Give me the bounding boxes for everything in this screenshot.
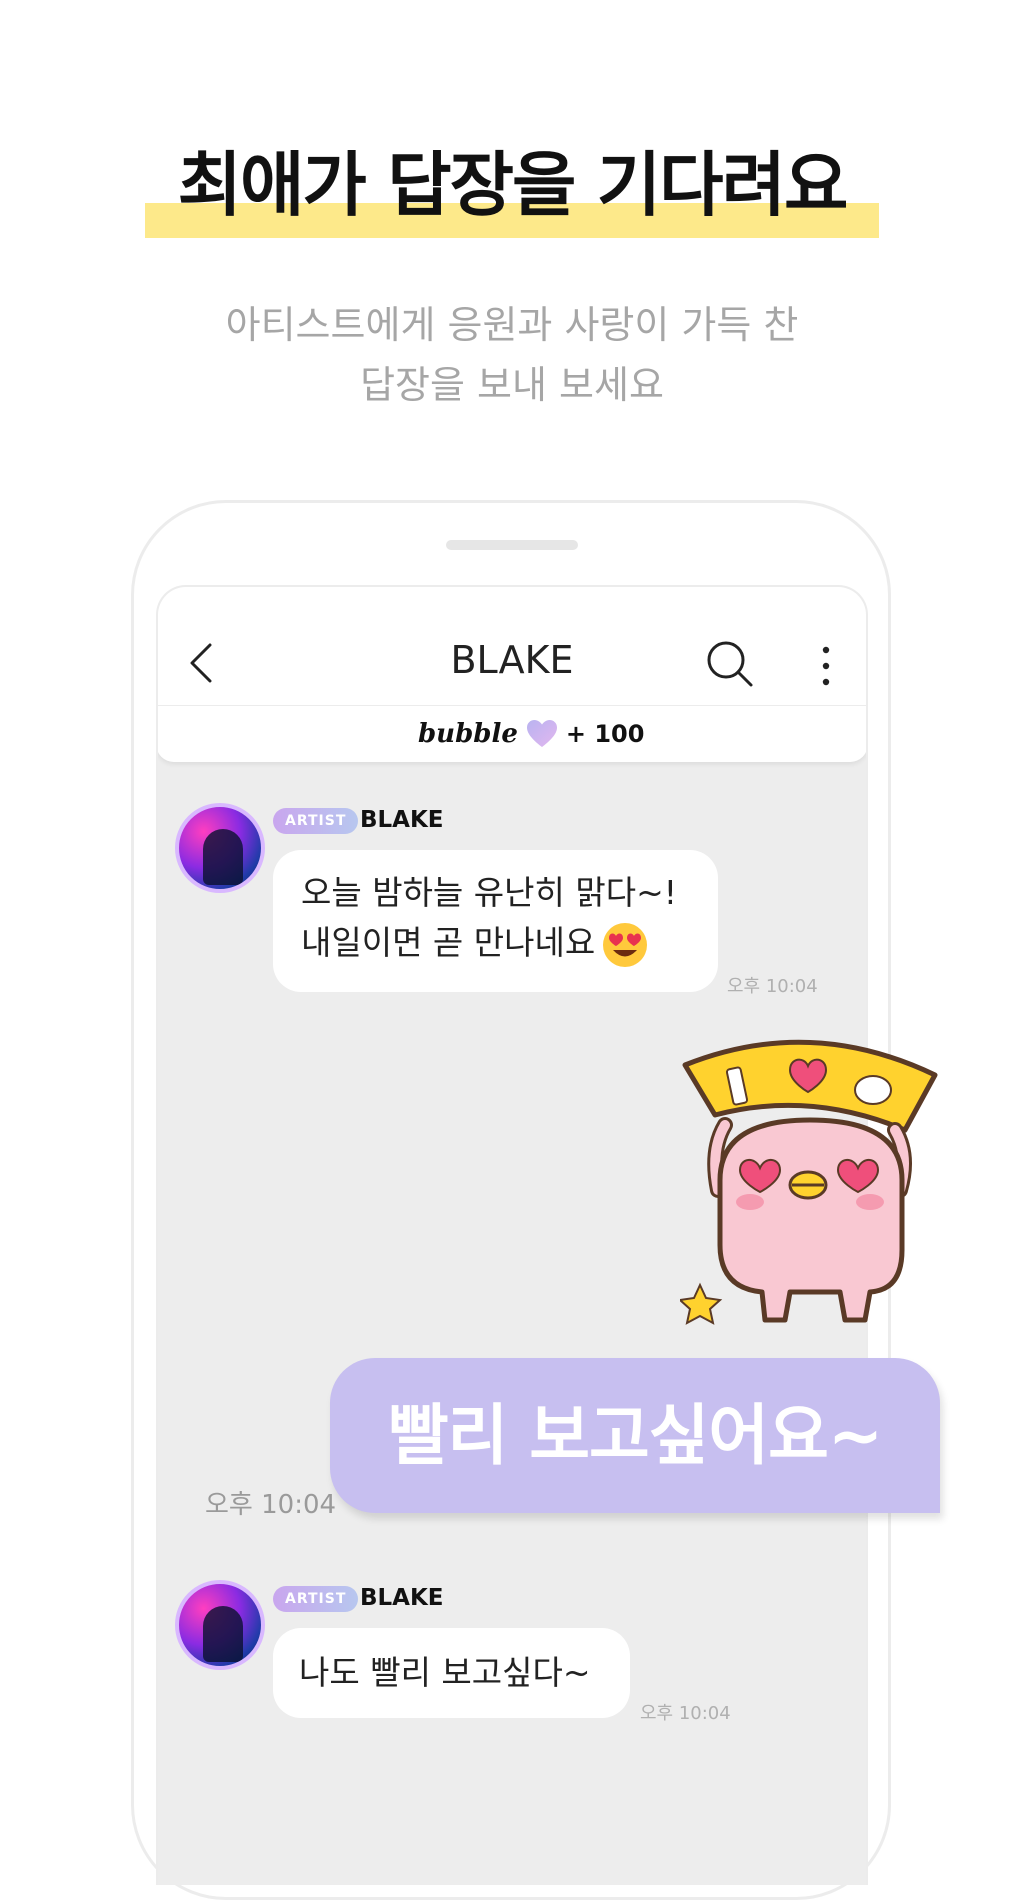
sender-name: BLAKE — [360, 1585, 444, 1611]
more-icon[interactable] — [816, 645, 836, 687]
phone-speaker — [446, 540, 578, 550]
artist-badge: ARTIST — [273, 1586, 359, 1612]
message-line-1: 오늘 밤하늘 유난히 맑다~! — [301, 873, 677, 912]
bubble-logo: bubble — [418, 719, 518, 749]
avatar[interactable] — [175, 1580, 265, 1670]
subtitle-line-2: 답장을 보내 보세요 — [360, 363, 664, 407]
sender-name: BLAKE — [360, 807, 444, 833]
sent-message-bubble[interactable]: 빨리 보고싶어요~ — [330, 1358, 940, 1513]
message-line-1: 나도 빨리 보고싶다~ — [299, 1653, 591, 1692]
chat-header: BLAKE — [156, 585, 868, 705]
message-time: 오후 10:04 — [640, 1703, 731, 1724]
heart-icon — [526, 720, 557, 747]
subtitle-line-1: 아티스트에게 응원과 사랑이 가득 찬 — [225, 303, 799, 347]
chat-title: BLAKE — [450, 638, 574, 682]
artist-badge: ARTIST — [273, 808, 359, 834]
smiling-face-heart-eyes-icon — [603, 922, 648, 967]
sent-message-time: 오후 10:04 — [205, 1490, 337, 1520]
page-subtitle: 아티스트에게 응원과 사랑이 가득 찬 답장을 보내 보세요 — [0, 295, 1024, 415]
sticker-image — [680, 1039, 938, 1325]
message-line-2: 내일이면 곧 만나네요 — [301, 923, 596, 962]
message-time: 오후 10:04 — [727, 976, 818, 997]
bonus-count: + 100 — [565, 720, 645, 748]
page-title: 최애가 답장을 기다려요 — [177, 144, 849, 226]
search-icon[interactable] — [706, 640, 754, 688]
avatar[interactable] — [175, 803, 265, 893]
message-bubble[interactable]: 오늘 밤하늘 유난히 맑다~! 내일이면 곧 만나네요 — [273, 850, 718, 992]
message-line-2-row: 내일이면 곧 만나네요 — [301, 918, 690, 969]
bubble-bonus-bar: bubble + 100 — [156, 706, 868, 762]
message-bubble[interactable]: 나도 빨리 보고싶다~ — [273, 1628, 630, 1718]
